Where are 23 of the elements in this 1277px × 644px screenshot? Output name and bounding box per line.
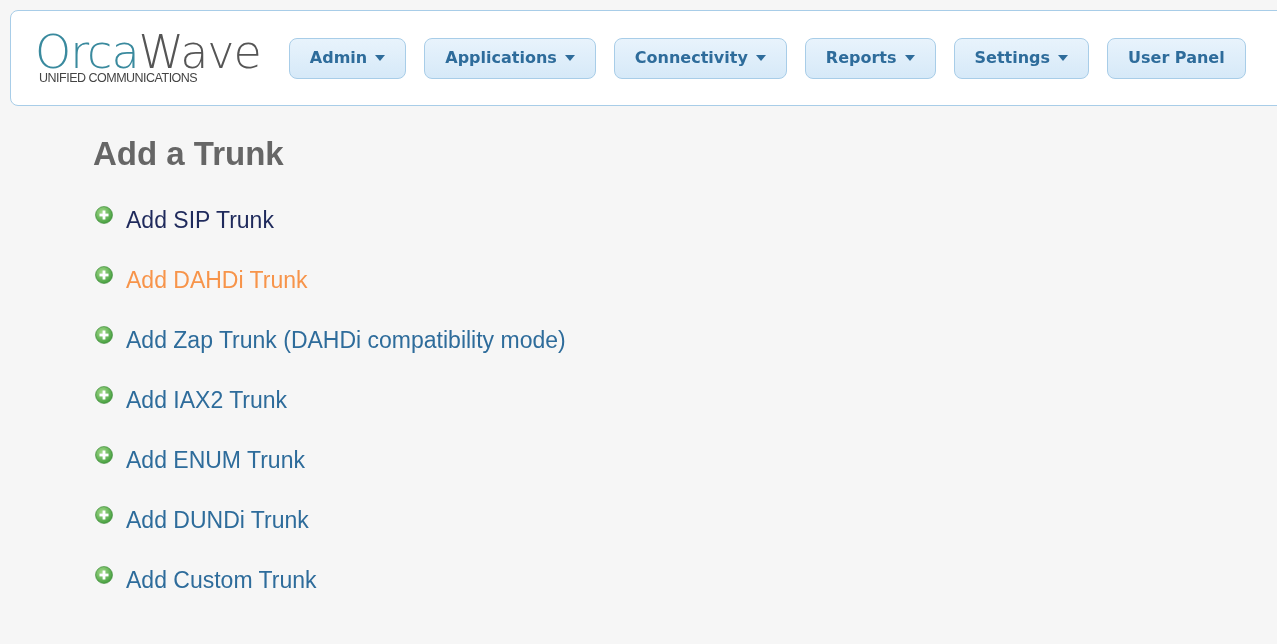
logo-text: Wave: [138, 31, 261, 72]
add-trunk-link[interactable]: Add IAX2 Trunk: [126, 387, 288, 413]
menu-button[interactable]: Settings: [953, 37, 1090, 79]
plus-icon: [95, 446, 113, 464]
menu-button[interactable]: Admin: [288, 37, 407, 79]
add-trunk-link[interactable]: Add SIP Trunk: [126, 207, 274, 233]
logo-text: Orca: [35, 31, 139, 72]
plus-icon: [95, 506, 113, 524]
add-trunk-link[interactable]: Add DUNDi Trunk: [126, 507, 309, 533]
plus-icon: [95, 326, 113, 344]
add-trunk-link[interactable]: Add Custom Trunk: [126, 567, 317, 593]
plus-icon: [95, 206, 113, 224]
page-heading: Add a Trunk: [93, 134, 285, 174]
plus-icon: [95, 266, 113, 284]
add-trunk-link[interactable]: Add ENUM Trunk: [126, 447, 305, 473]
menu-button[interactable]: Reports: [804, 37, 936, 79]
add-trunk-link[interactable]: Add Zap Trunk (DAHDi compatibility mode): [126, 327, 566, 353]
plus-icon: [95, 386, 113, 404]
menu-button[interactable]: Connectivity: [613, 37, 787, 79]
plus-icon: [95, 566, 113, 584]
logo-tagline: UNIFIED COMMUNICATIONS: [39, 71, 199, 85]
menu-button[interactable]: User Panel: [1107, 37, 1246, 79]
menu-button[interactable]: Applications: [424, 37, 596, 79]
